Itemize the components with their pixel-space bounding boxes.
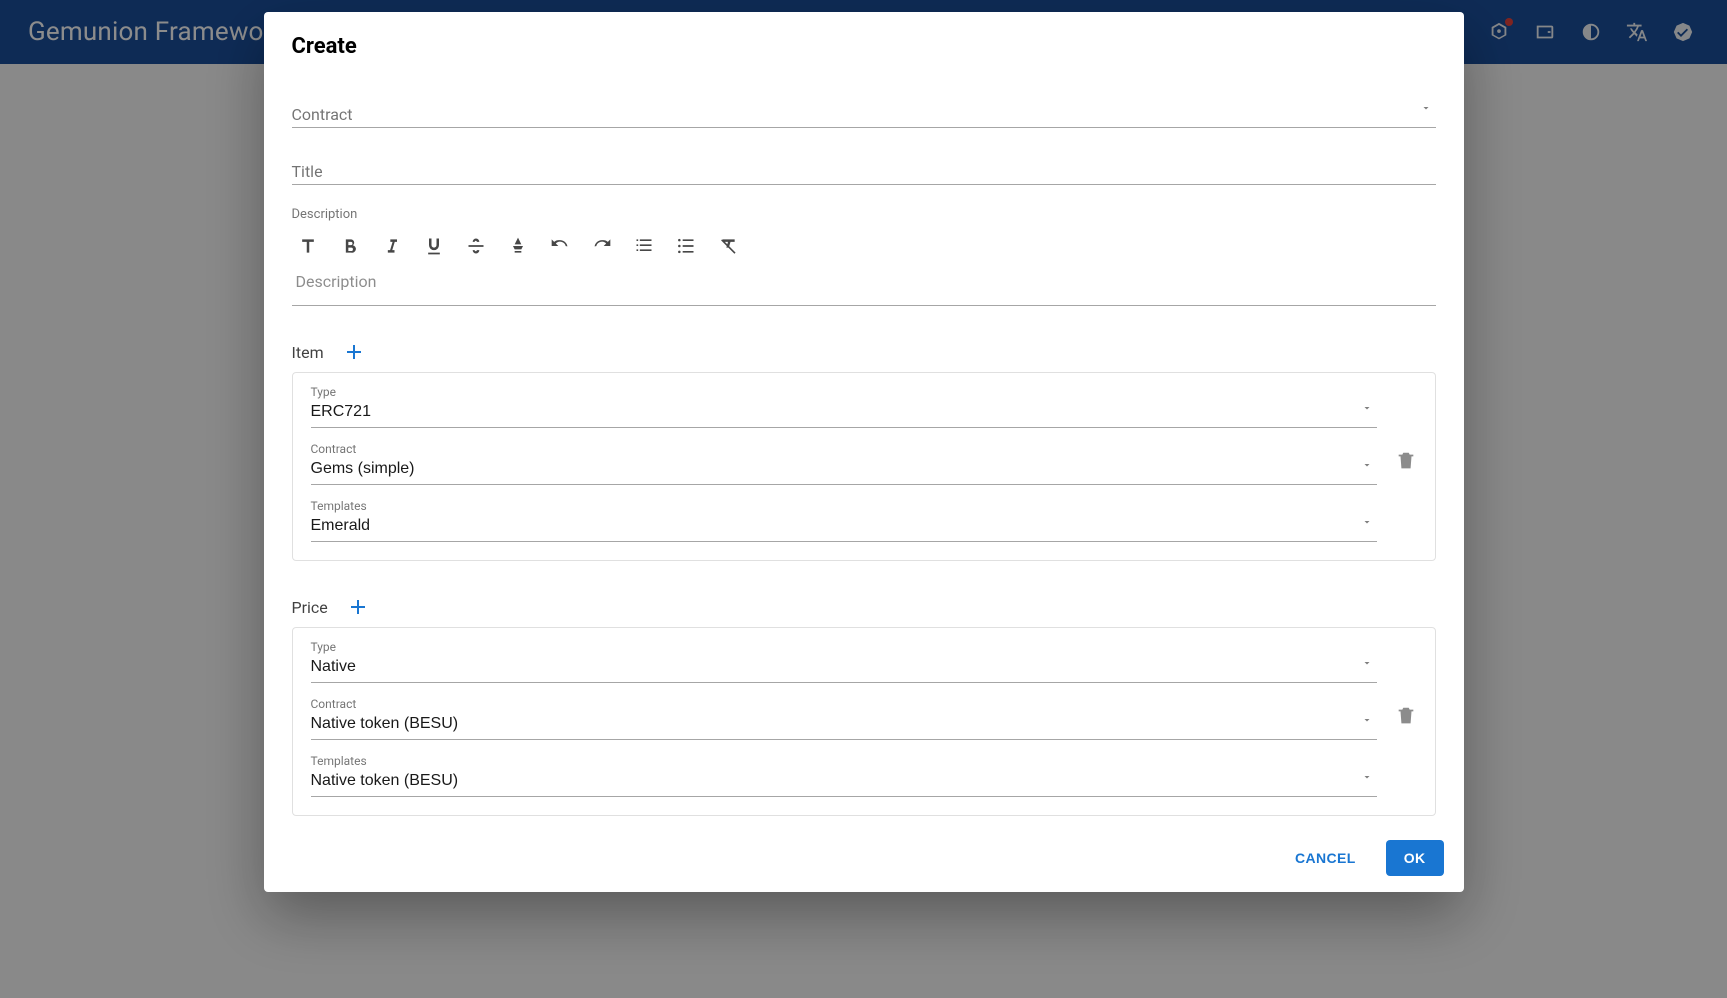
- item-contract-field[interactable]: Contract: [311, 444, 1377, 485]
- delete-item-button[interactable]: [1395, 450, 1417, 476]
- dialog-title: Create: [264, 12, 1464, 67]
- price-templates-select[interactable]: [311, 756, 1377, 797]
- redo-icon[interactable]: [592, 236, 612, 256]
- unordered-list-icon[interactable]: [676, 236, 696, 256]
- item-heading: Item: [292, 343, 324, 362]
- strikethrough-icon[interactable]: [466, 236, 486, 256]
- item-card: Type Contract Templates: [292, 372, 1436, 561]
- price-type-field[interactable]: Type: [311, 642, 1377, 683]
- price-contract-field[interactable]: Contract: [311, 699, 1377, 740]
- title-input[interactable]: [292, 154, 1436, 185]
- price-group-header: Price: [292, 595, 1436, 619]
- add-price-button[interactable]: [346, 595, 370, 619]
- ordered-list-icon[interactable]: [634, 236, 654, 256]
- contract-field[interactable]: Contract: [292, 97, 1436, 128]
- editor-toolbar: [292, 222, 1436, 266]
- item-templates-select[interactable]: [311, 501, 1377, 542]
- dialog-backdrop[interactable]: Create Contract Title Description: [0, 0, 1727, 998]
- price-templates-field[interactable]: Templates: [311, 756, 1377, 797]
- bold-icon[interactable]: [340, 236, 360, 256]
- underline-icon[interactable]: [424, 236, 444, 256]
- dialog-actions: Cancel OK: [264, 828, 1464, 892]
- clear-format-icon[interactable]: [718, 236, 738, 256]
- title-label: Title: [292, 162, 323, 181]
- item-type-field[interactable]: Type: [311, 387, 1377, 428]
- delete-price-button[interactable]: [1395, 705, 1417, 731]
- title-field[interactable]: Title: [292, 154, 1436, 185]
- cancel-button[interactable]: Cancel: [1277, 840, 1374, 876]
- contract-label: Contract: [292, 105, 353, 124]
- dialog-content: Contract Title Description: [264, 67, 1464, 828]
- description-label: Description: [292, 207, 1436, 222]
- undo-icon[interactable]: [550, 236, 570, 256]
- ok-button[interactable]: OK: [1386, 840, 1444, 876]
- highlight-icon[interactable]: [508, 236, 528, 256]
- item-contract-select[interactable]: [311, 444, 1377, 485]
- price-heading: Price: [292, 598, 328, 617]
- contract-select[interactable]: [292, 97, 1436, 128]
- add-item-button[interactable]: [342, 340, 366, 364]
- price-contract-select[interactable]: [311, 699, 1377, 740]
- price-card: Type Contract Templates: [292, 627, 1436, 816]
- item-group-header: Item: [292, 340, 1436, 364]
- heading-icon[interactable]: [298, 236, 318, 256]
- item-type-select[interactable]: [311, 387, 1377, 428]
- description-editor[interactable]: Description: [292, 266, 1436, 306]
- create-dialog: Create Contract Title Description: [264, 12, 1464, 892]
- item-templates-field[interactable]: Templates: [311, 501, 1377, 542]
- price-type-select[interactable]: [311, 642, 1377, 683]
- italic-icon[interactable]: [382, 236, 402, 256]
